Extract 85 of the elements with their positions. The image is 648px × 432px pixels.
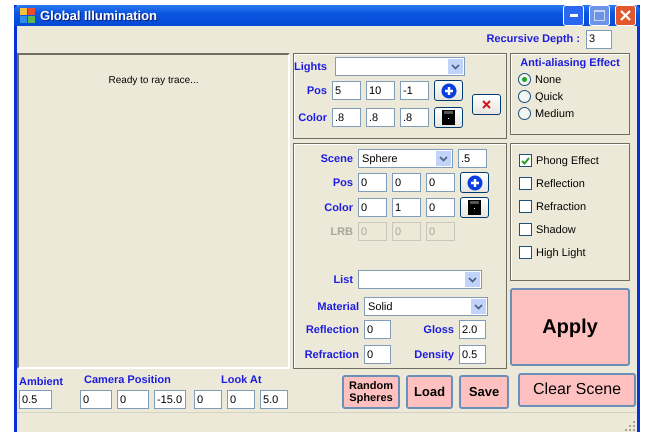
radio-button[interactable]	[518, 73, 531, 86]
number-field[interactable]: 10	[366, 81, 395, 100]
checkbox-label: Reflection	[536, 178, 585, 190]
app-icon	[20, 8, 35, 23]
material-label: Material	[317, 300, 359, 312]
apply-button[interactable]: Apply	[510, 288, 630, 366]
close-icon	[620, 10, 631, 21]
plus-icon	[466, 174, 482, 190]
checkbox[interactable]	[519, 223, 532, 236]
camera-position-label: Camera Position	[84, 374, 171, 386]
close-icon	[482, 100, 491, 108]
color-label: Color	[324, 202, 353, 214]
add-light-button[interactable]	[434, 80, 463, 101]
checkbox[interactable]	[519, 246, 532, 259]
refraction-label: Refraction	[304, 348, 359, 360]
reflection-field[interactable]: 0	[364, 320, 391, 339]
pos-label: Pos	[332, 176, 353, 188]
reflection-label: Reflection	[306, 324, 359, 336]
material-dropdown[interactable]: Solid	[364, 297, 488, 316]
lrb-label: LRB	[330, 226, 353, 238]
density-field[interactable]: 0.5	[459, 345, 486, 364]
number-field[interactable]: .8	[332, 108, 361, 127]
checkbox[interactable]	[519, 154, 532, 167]
refraction-field[interactable]: 0	[364, 345, 391, 364]
random-spheres-button[interactable]: Random Spheres	[342, 375, 400, 409]
number-field[interactable]: -1	[400, 81, 429, 100]
add-object-button[interactable]	[460, 172, 489, 193]
pos-label: Pos	[306, 84, 327, 96]
anti-aliasing-title: Anti-aliasing Effect	[519, 57, 621, 69]
number-field[interactable]: 0	[426, 173, 455, 192]
option-label: Quick	[535, 90, 564, 102]
close-button[interactable]	[615, 5, 636, 26]
checkbox[interactable]	[519, 177, 532, 190]
list-label: List	[333, 274, 353, 286]
list-dropdown[interactable]	[358, 270, 482, 289]
option-label: None	[535, 74, 562, 86]
number-field[interactable]: -15.0	[154, 390, 186, 409]
number-field[interactable]: 0	[392, 173, 421, 192]
clear-scene-button[interactable]: Clear Scene	[518, 373, 636, 407]
radio-button[interactable]	[518, 107, 531, 120]
checkbox-label: Shadow	[536, 224, 576, 236]
save-light-button[interactable]	[434, 107, 463, 128]
checkbox[interactable]	[519, 200, 532, 213]
depth-field[interactable]: 3	[586, 30, 612, 48]
minimize-icon	[570, 14, 578, 17]
checkbox-label: Phong Effect	[536, 154, 599, 166]
delete-light-button[interactable]	[472, 94, 501, 114]
gloss-field[interactable]: 2.0	[459, 320, 486, 339]
depth-label: Recursive Depth :	[486, 33, 580, 45]
color-label: Color	[298, 112, 327, 124]
number-field[interactable]: 0	[80, 390, 112, 409]
load-button[interactable]: Load	[406, 375, 453, 409]
window-title: Global Illumination	[40, 8, 158, 23]
gloss-label: Gloss	[423, 324, 454, 336]
save-object-button[interactable]	[460, 197, 489, 218]
density-label: Density	[414, 348, 454, 360]
number-field[interactable]: .8	[400, 108, 429, 127]
number-field[interactable]: 0	[358, 173, 387, 192]
maximize-button[interactable]	[589, 5, 610, 26]
ambient-field[interactable]: 0.5	[19, 390, 52, 409]
number-field[interactable]: 0	[117, 390, 149, 409]
plus-icon	[440, 82, 456, 98]
radio-button[interactable]	[518, 90, 531, 103]
status-text: Ready to ray trace...	[108, 75, 199, 87]
number-field[interactable]: .8	[366, 108, 395, 127]
ambient-label: Ambient	[19, 376, 63, 388]
number-field[interactable]: 5	[332, 81, 361, 100]
look-at-label: Look At	[221, 374, 262, 386]
resize-grip-icon	[625, 421, 635, 431]
save-button[interactable]: Save	[459, 375, 509, 409]
minimize-button[interactable]	[563, 5, 584, 26]
number-field[interactable]: 1	[392, 198, 421, 217]
option-label: Medium	[535, 108, 574, 120]
number-field[interactable]: 0	[194, 390, 222, 409]
lights-label: Lights	[294, 60, 327, 72]
checkbox-label: High Light	[536, 246, 586, 258]
number-field[interactable]: 0	[358, 198, 387, 217]
maximize-icon	[594, 10, 605, 21]
checkbox-label: Refraction	[536, 200, 586, 212]
number-field[interactable]: 0	[426, 198, 455, 217]
scene-dropdown[interactable]: Sphere	[358, 149, 453, 168]
number-field[interactable]: 0	[227, 390, 255, 409]
scene-label: Scene	[320, 152, 353, 164]
size-field[interactable]: .5	[458, 149, 487, 168]
number-field[interactable]: 5.0	[260, 390, 288, 409]
